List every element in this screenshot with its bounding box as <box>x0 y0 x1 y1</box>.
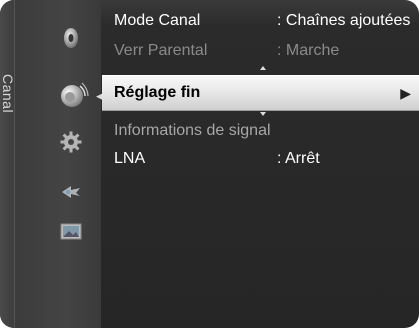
menu-item-label: Verr Parental <box>114 42 208 59</box>
scroll-up-icon <box>260 66 266 70</box>
menu-item-mode-canal[interactable]: Mode Canal : Chaînes ajoutées <box>102 8 419 34</box>
menu-item-value: : Arrêt <box>277 150 320 167</box>
osd-menu-panel: Canal ◀ Mode Canal: Chaînes ajoutées Ve… <box>0 0 419 328</box>
menu-item-informations-signal[interactable]: Informations de signal <box>102 118 419 144</box>
menu-item-reglage-fin[interactable]: Réglage fin ▶ <box>102 75 419 111</box>
satellite-dish-icon[interactable] <box>59 80 89 110</box>
menu-item-label: Informations de signal <box>114 122 271 139</box>
category-tab: Canal <box>0 0 16 328</box>
menu-item-value: : Chaînes ajoutées <box>277 12 411 29</box>
menu-item-lna[interactable]: LNA : Arrêt <box>102 146 419 172</box>
menu-item-label: LNA <box>114 150 146 167</box>
menu-item-value: : Marche <box>277 42 340 59</box>
menu-item-label: Réglage fin <box>114 84 201 101</box>
category-title: Canal <box>0 74 16 114</box>
disc-icon[interactable] <box>59 26 83 50</box>
submenu-arrow-icon: ▶ <box>400 85 411 101</box>
settings-menu: Mode Canal : Chaînes ajoutées Verr Paren… <box>102 0 419 328</box>
gear-icon[interactable] <box>59 130 83 154</box>
menu-item-label: Mode Canal <box>114 12 201 29</box>
input-source-icon[interactable] <box>59 180 83 204</box>
category-icon-column <box>15 0 101 328</box>
picture-icon[interactable] <box>59 222 83 246</box>
scroll-down-icon <box>260 112 266 116</box>
menu-item-verr-parental: Verr Parental : Marche <box>102 38 419 64</box>
